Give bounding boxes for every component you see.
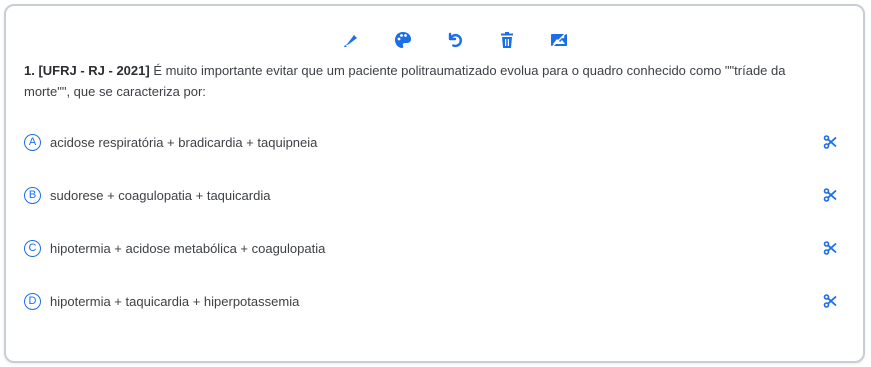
palette-icon[interactable] [391,28,415,52]
option-text: acidose respiratória + bradicardia + taq… [50,134,318,150]
option-letter: A [24,133,41,151]
option-c[interactable]: C hipotermia + acidose metabólica + coag… [24,234,839,262]
trash-icon[interactable] [495,28,519,52]
option-letter: D [24,292,41,310]
question-card: 1. [UFRJ - RJ - 2021] É muito importante… [4,4,865,363]
option-letter: B [24,186,41,204]
option-letter: C [24,239,41,257]
question-statement: 1. [UFRJ - RJ - 2021] É muito importante… [24,60,833,102]
option-d[interactable]: D hipotermia + taquicardia + hiperpotass… [24,287,839,315]
option-text: sudorese + coagulopatia + taquicardia [50,187,271,203]
option-b[interactable]: B sudorese + coagulopatia + taquicardia [24,181,839,209]
highlighter-icon[interactable] [339,28,363,52]
scissors-icon[interactable] [821,133,839,151]
undo-icon[interactable] [443,28,467,52]
option-text: hipotermia + taquicardia + hiperpotassem… [50,293,300,309]
option-text: hipotermia + acidose metabólica + coagul… [50,240,326,256]
toolbar [6,28,863,52]
scissors-icon[interactable] [821,239,839,257]
option-a[interactable]: A acidose respiratória + bradicardia + t… [24,128,839,156]
image-icon[interactable] [547,28,571,52]
question-source: 1. [UFRJ - RJ - 2021] [24,63,150,78]
scissors-icon[interactable] [821,292,839,310]
scissors-icon[interactable] [821,186,839,204]
